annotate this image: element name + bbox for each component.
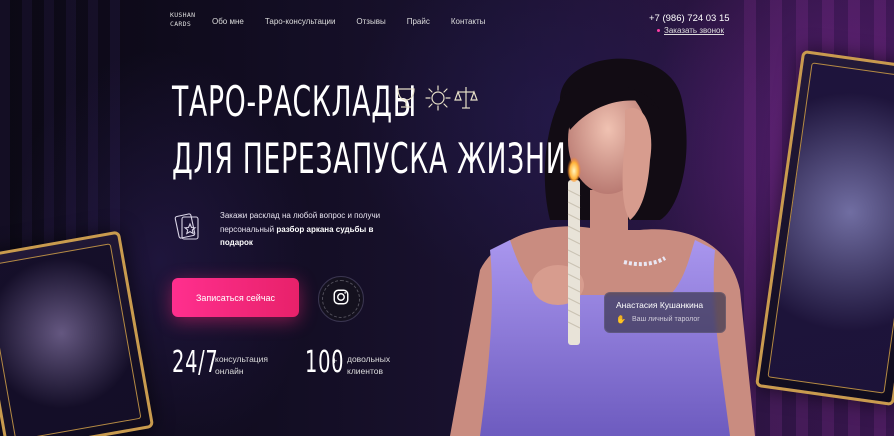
logo-line-2: CARDS	[170, 20, 192, 28]
tarot-card-left	[0, 230, 155, 436]
cup-icon	[394, 84, 418, 112]
nav-item-contacts[interactable]: Контакты	[451, 17, 486, 26]
hero-title-line-2: ДЛЯ ПЕРЕЗАПУСКА ЖИЗНИ	[172, 135, 567, 184]
tarologist-role: Ваш личный таролог	[632, 316, 700, 323]
nav-item-consultations[interactable]: Таро-консультации	[265, 17, 336, 26]
hand-icon: ✋	[616, 315, 626, 324]
callback-link[interactable]: Заказать звонок	[664, 26, 724, 35]
stat-suffix-clients: +	[332, 356, 338, 366]
tarot-card-icon	[173, 212, 201, 242]
tarot-symbols	[394, 84, 478, 112]
nav-item-about[interactable]: Обо мне	[212, 17, 244, 26]
hero-description: Закажи расклад на любой вопрос и получи …	[220, 209, 390, 250]
stat-label-clients: довольных клиентов	[347, 354, 391, 376]
scales-icon	[454, 84, 478, 112]
instagram-button[interactable]	[318, 276, 364, 322]
brand-logo[interactable]: KUSHAN CARDS	[170, 11, 196, 29]
nav-item-reviews[interactable]: Отзывы	[356, 17, 385, 26]
stat-value-clients: 100	[305, 345, 345, 380]
phone-number[interactable]: +7 (986) 724 03 15	[649, 13, 730, 24]
hero-title-line-1: ТАРО-РАСКЛАДЫ	[172, 78, 418, 127]
hero-background: KUSHAN CARDS Обо мне Таро-консультации О…	[0, 0, 894, 436]
main-nav: Обо мне Таро-консультации Отзывы Прайс К…	[212, 17, 485, 26]
tarologist-badge: Анастасия Кушанкина ✋ Ваш личный таролог	[604, 292, 726, 333]
nav-item-prices[interactable]: Прайс	[407, 17, 430, 26]
tarologist-name: Анастасия Кушанкина	[616, 300, 704, 310]
logo-line-1: KUSHAN	[170, 11, 196, 19]
stat-value-availability: 24/7	[172, 345, 219, 380]
stat-label-availability: консультация онлайн	[215, 354, 269, 376]
signup-button[interactable]: Записаться сейчас	[172, 278, 299, 317]
sun-icon	[424, 84, 451, 112]
callback-dot-icon	[657, 29, 660, 32]
